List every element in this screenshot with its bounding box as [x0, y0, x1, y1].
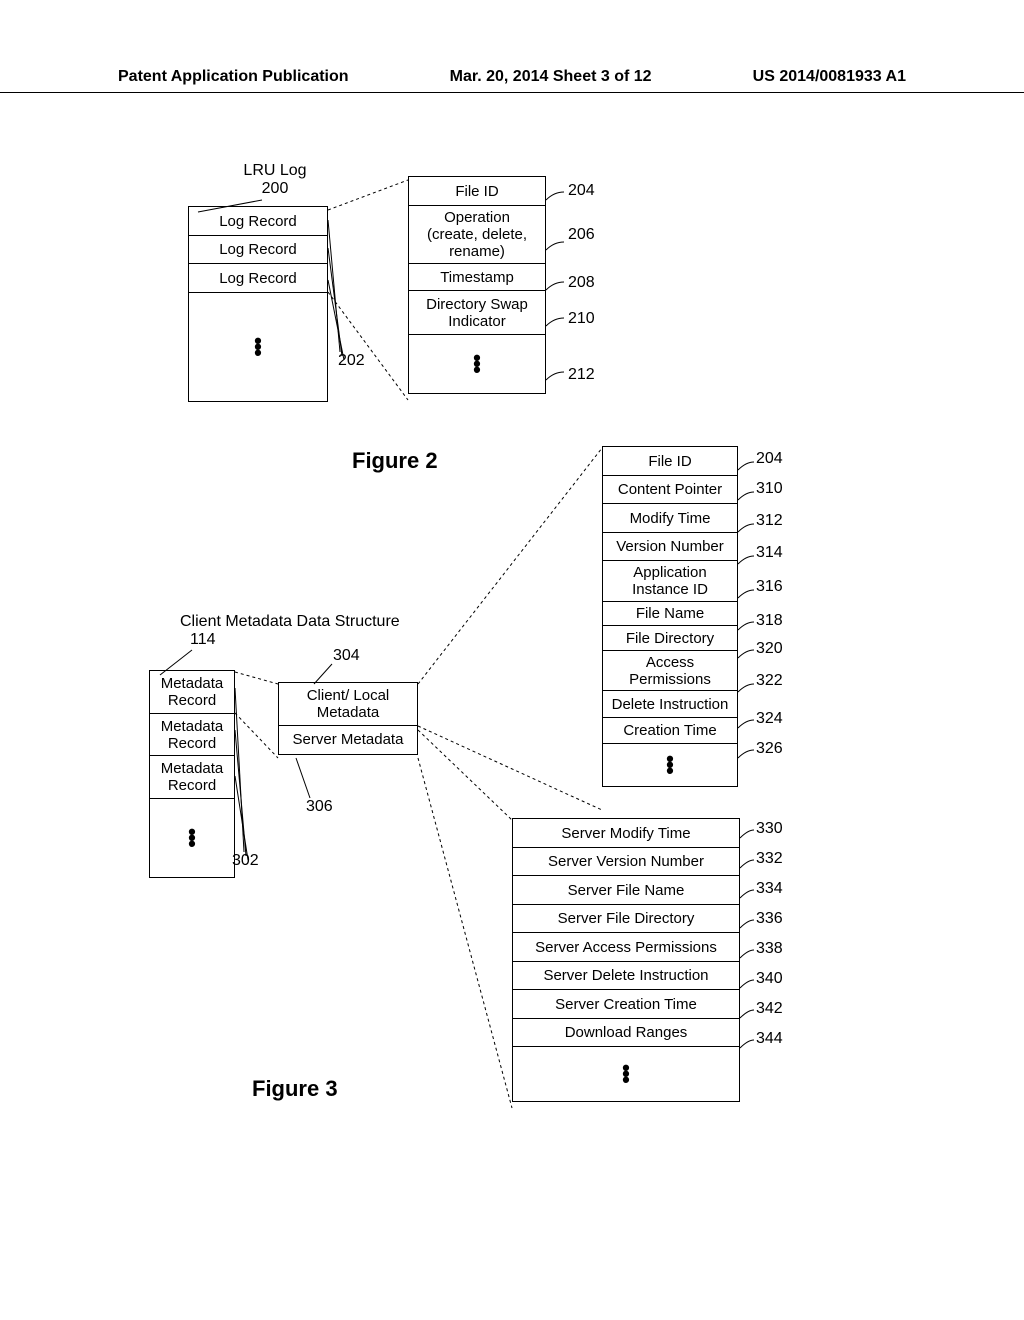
- ref-204: 204: [568, 182, 595, 200]
- sm-access-permissions: Server Access Permissions: [512, 932, 740, 962]
- ref-212: 212: [568, 366, 595, 384]
- ref-302: 302: [232, 852, 259, 870]
- fig2-detail-stack: File ID Operation (create, delete, renam…: [408, 176, 546, 394]
- server-metadata: Server Metadata: [278, 725, 418, 755]
- figure-3-title: Figure 3: [252, 1076, 338, 1102]
- sm-delete-instruction: Server Delete Instruction: [512, 961, 740, 991]
- ref-320: 320: [756, 640, 783, 658]
- ref-312: 312: [756, 512, 783, 530]
- ref-202: 202: [338, 352, 365, 370]
- log-record: Log Record: [188, 263, 328, 293]
- mid-meta-stack: Client/ Local Metadata Server Metadata: [278, 682, 418, 755]
- cm-file-name: File Name: [602, 601, 738, 627]
- field-timestamp: Timestamp: [408, 263, 546, 291]
- header-left: Patent Application Publication: [118, 68, 349, 86]
- field-more: •••: [408, 334, 546, 394]
- ref-316: 316: [756, 578, 783, 596]
- metadata-record: Metadata Record: [149, 713, 235, 757]
- cm-access-permissions: Access Permissions: [602, 650, 738, 692]
- cmds-title: Client Metadata Data Structure114: [180, 613, 440, 649]
- metadata-record-stack: Metadata Record Metadata Record Metadata…: [149, 670, 235, 878]
- field-operation: Operation (create, delete, rename): [408, 205, 546, 265]
- ref-324: 324: [756, 710, 783, 728]
- figure-2-title: Figure 2: [352, 448, 438, 474]
- ref-326: 326: [756, 740, 783, 758]
- lru-log-title: LRU Log200: [220, 162, 330, 198]
- ref-206: 206: [568, 226, 595, 244]
- log-record-more: •••: [188, 292, 328, 402]
- field-dir-swap: Directory Swap Indicator: [408, 290, 546, 336]
- log-record: Log Record: [188, 206, 328, 236]
- ref-342: 342: [756, 1000, 783, 1018]
- ref-310: 310: [756, 480, 783, 498]
- ref-334: 334: [756, 880, 783, 898]
- client-meta-detail: File ID Content Pointer Modify Time Vers…: [602, 446, 738, 787]
- server-meta-detail: Server Modify Time Server Version Number…: [512, 818, 740, 1102]
- ref-210: 210: [568, 310, 595, 328]
- cm-more: •••: [602, 743, 738, 787]
- cm-version-number: Version Number: [602, 532, 738, 562]
- ref-314: 314: [756, 544, 783, 562]
- header-center: Mar. 20, 2014 Sheet 3 of 12: [450, 68, 652, 86]
- cm-content-pointer: Content Pointer: [602, 475, 738, 505]
- cm-delete-instruction: Delete Instruction: [602, 690, 738, 718]
- metadata-record-more: •••: [149, 798, 235, 878]
- cm-creation-time: Creation Time: [602, 717, 738, 745]
- ref-318: 318: [756, 612, 783, 630]
- ref-344: 344: [756, 1030, 783, 1048]
- header-divider: [0, 92, 1024, 93]
- ref-338: 338: [756, 940, 783, 958]
- sm-version-number: Server Version Number: [512, 847, 740, 877]
- ref-304: 304: [333, 647, 360, 665]
- ref-306: 306: [306, 798, 333, 816]
- ref-204b: 204: [756, 450, 783, 468]
- sm-file-directory: Server File Directory: [512, 904, 740, 934]
- ref-322: 322: [756, 672, 783, 690]
- lru-log-stack: Log Record Log Record Log Record •••: [188, 206, 328, 402]
- header-right: US 2014/0081933 A1: [753, 68, 906, 86]
- ref-336: 336: [756, 910, 783, 928]
- ref-330: 330: [756, 820, 783, 838]
- sm-creation-time: Server Creation Time: [512, 989, 740, 1019]
- ref-208: 208: [568, 274, 595, 292]
- sm-modify-time: Server Modify Time: [512, 818, 740, 848]
- sm-more: •••: [512, 1046, 740, 1102]
- cm-file-id: File ID: [602, 446, 738, 476]
- sm-download-ranges: Download Ranges: [512, 1018, 740, 1048]
- client-local-metadata: Client/ Local Metadata: [278, 682, 418, 726]
- sm-file-name: Server File Name: [512, 875, 740, 905]
- ref-332: 332: [756, 850, 783, 868]
- ref-340: 340: [756, 970, 783, 988]
- cm-app-instance-id: Application Instance ID: [602, 560, 738, 602]
- cm-modify-time: Modify Time: [602, 503, 738, 533]
- log-record: Log Record: [188, 235, 328, 265]
- field-file-id: File ID: [408, 176, 546, 206]
- metadata-record: Metadata Record: [149, 670, 235, 714]
- metadata-record: Metadata Record: [149, 755, 235, 799]
- cm-file-directory: File Directory: [602, 625, 738, 651]
